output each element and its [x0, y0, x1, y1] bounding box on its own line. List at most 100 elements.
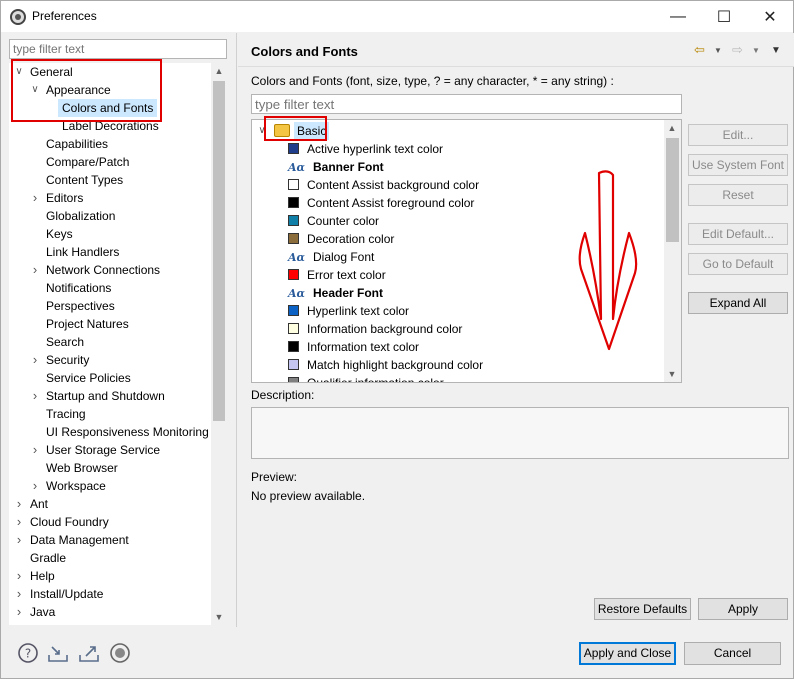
apply-button[interactable]: Apply	[698, 598, 788, 620]
go-to-default-button[interactable]: Go to Default	[688, 253, 788, 275]
tree-item[interactable]: Label Decorations	[9, 117, 211, 135]
tree-item[interactable]: ∨ General	[9, 63, 211, 81]
tree-row-font[interactable]: Aα Header Font	[288, 284, 383, 302]
tree-row-color[interactable]: Match highlight background color	[288, 356, 483, 374]
tree-item[interactable]: › Data Management	[9, 531, 211, 549]
tree-row-color[interactable]: Content Assist background color	[288, 176, 479, 194]
expand-chevron-icon[interactable]: ∨	[256, 122, 268, 140]
tree-item[interactable]: › Help	[9, 567, 211, 585]
tree-item-label: Dialog Font	[313, 250, 375, 264]
collapse-chevron-icon[interactable]: ›	[29, 441, 41, 459]
tree-row-color[interactable]: Hyperlink text color	[288, 302, 409, 320]
help-icon[interactable]: ?	[17, 642, 39, 664]
tree-item[interactable]: Search	[9, 333, 211, 351]
tree-item[interactable]: › Java	[9, 603, 211, 621]
tree-item[interactable]: › Editors	[9, 189, 211, 207]
close-button[interactable]: ✕	[747, 1, 793, 32]
tree-item-label: Security	[46, 353, 90, 367]
oomph-icon[interactable]	[109, 642, 131, 664]
minimize-button[interactable]: —	[655, 1, 701, 32]
maximize-button[interactable]: ☐	[701, 1, 747, 32]
edit-button[interactable]: Edit...	[688, 124, 788, 146]
scroll-thumb[interactable]	[666, 138, 679, 242]
apply-and-close-button[interactable]: Apply and Close	[579, 642, 676, 665]
tree-item[interactable]: Content Types	[9, 171, 211, 189]
left-scrollbar[interactable]: ▲ ▼	[211, 63, 227, 625]
back-arrow-icon[interactable]: ⇦	[694, 42, 705, 58]
use-system-font-button[interactable]: Use System Font	[688, 154, 788, 176]
tree-item[interactable]: › User Storage Service	[9, 441, 211, 459]
tree-item[interactable]: › Install/Update	[9, 585, 211, 603]
tree-item[interactable]: › Security	[9, 351, 211, 369]
tree-row-color[interactable]: Information background color	[288, 320, 462, 338]
cancel-button[interactable]: Cancel	[684, 642, 781, 665]
colors-scrollbar[interactable]: ▲ ▼	[664, 120, 681, 382]
tree-item[interactable]: Globalization	[9, 207, 211, 225]
collapse-chevron-icon[interactable]: ›	[29, 261, 41, 279]
tree-item[interactable]: › Network Connections	[9, 261, 211, 279]
view-menu-icon[interactable]: ▼	[771, 45, 781, 56]
forward-arrow-icon[interactable]: ⇨	[732, 42, 743, 58]
tree-item[interactable]: Compare/Patch	[9, 153, 211, 171]
scroll-down-arrow-icon[interactable]: ▼	[211, 609, 227, 625]
tree-item[interactable]: Notifications	[9, 279, 211, 297]
collapse-chevron-icon[interactable]: ›	[29, 189, 41, 207]
forward-menu-chevron-icon[interactable]: ▼	[752, 46, 760, 55]
edit-default-button[interactable]: Edit Default...	[688, 223, 788, 245]
tree-row-color[interactable]: Active hyperlink text color	[288, 140, 443, 158]
preview-label: Preview:	[251, 470, 298, 484]
collapse-chevron-icon[interactable]: ›	[13, 603, 25, 621]
pane-divider[interactable]	[236, 33, 237, 627]
collapse-chevron-icon[interactable]: ›	[29, 387, 41, 405]
tree-row-color[interactable]: Qualifier information color	[288, 374, 444, 382]
tree-item[interactable]: › Cloud Foundry	[9, 513, 211, 531]
scroll-up-arrow-icon[interactable]: ▲	[211, 63, 227, 79]
tree-item[interactable]: Link Handlers	[9, 243, 211, 261]
back-menu-chevron-icon[interactable]: ▼	[714, 46, 722, 55]
tree-row-color[interactable]: Counter color	[288, 212, 379, 230]
tree-item[interactable]: › Startup and Shutdown	[9, 387, 211, 405]
tree-row-color[interactable]: Content Assist foreground color	[288, 194, 474, 212]
tree-item[interactable]: Colors and Fonts	[9, 99, 211, 117]
color-swatch	[288, 377, 299, 382]
left-filter-input[interactable]	[9, 39, 227, 59]
colors-filter-input[interactable]	[251, 94, 682, 114]
tree-item[interactable]: Service Policies	[9, 369, 211, 387]
expand-chevron-icon[interactable]: ∨	[13, 63, 25, 81]
collapse-chevron-icon[interactable]: ›	[13, 513, 25, 531]
tree-row-font[interactable]: Aα Banner Font	[288, 158, 384, 176]
expand-all-button[interactable]: Expand All	[688, 292, 788, 314]
reset-button[interactable]: Reset	[688, 184, 788, 206]
tree-item[interactable]: Keys	[9, 225, 211, 243]
tree-item[interactable]: Project Natures	[9, 315, 211, 333]
scroll-down-arrow-icon[interactable]: ▼	[664, 366, 680, 382]
collapse-chevron-icon[interactable]: ›	[29, 477, 41, 495]
tree-item-label: Content Assist foreground color	[307, 196, 475, 210]
tree-item[interactable]: Capabilities	[9, 135, 211, 153]
tree-item[interactable]: Gradle	[9, 549, 211, 567]
tree-item[interactable]: › Ant	[9, 495, 211, 513]
folder-icon	[274, 124, 290, 137]
collapse-chevron-icon[interactable]: ›	[13, 495, 25, 513]
tree-item-label: General	[30, 65, 73, 79]
tree-item[interactable]: › Workspace	[9, 477, 211, 495]
collapse-chevron-icon[interactable]: ›	[13, 585, 25, 603]
scroll-thumb[interactable]	[213, 81, 225, 421]
scroll-up-arrow-icon[interactable]: ▲	[664, 120, 680, 136]
collapse-chevron-icon[interactable]: ›	[13, 567, 25, 585]
tree-item[interactable]: UI Responsiveness Monitoring	[9, 423, 211, 441]
collapse-chevron-icon[interactable]: ›	[29, 351, 41, 369]
tree-item[interactable]: Tracing	[9, 405, 211, 423]
restore-defaults-button[interactable]: Restore Defaults	[594, 598, 691, 620]
tree-item[interactable]: Web Browser	[9, 459, 211, 477]
tree-row-color[interactable]: Decoration color	[288, 230, 394, 248]
tree-row-color[interactable]: Error text color	[288, 266, 386, 284]
tree-row-color[interactable]: Information text color	[288, 338, 419, 356]
export-icon[interactable]	[78, 642, 100, 664]
tree-item[interactable]: ∨ Appearance	[9, 81, 211, 99]
collapse-chevron-icon[interactable]: ›	[13, 531, 25, 549]
tree-item[interactable]: Perspectives	[9, 297, 211, 315]
tree-row-font[interactable]: Aα Dialog Font	[288, 248, 374, 266]
expand-chevron-icon[interactable]: ∨	[29, 81, 41, 99]
import-icon[interactable]	[47, 642, 69, 664]
